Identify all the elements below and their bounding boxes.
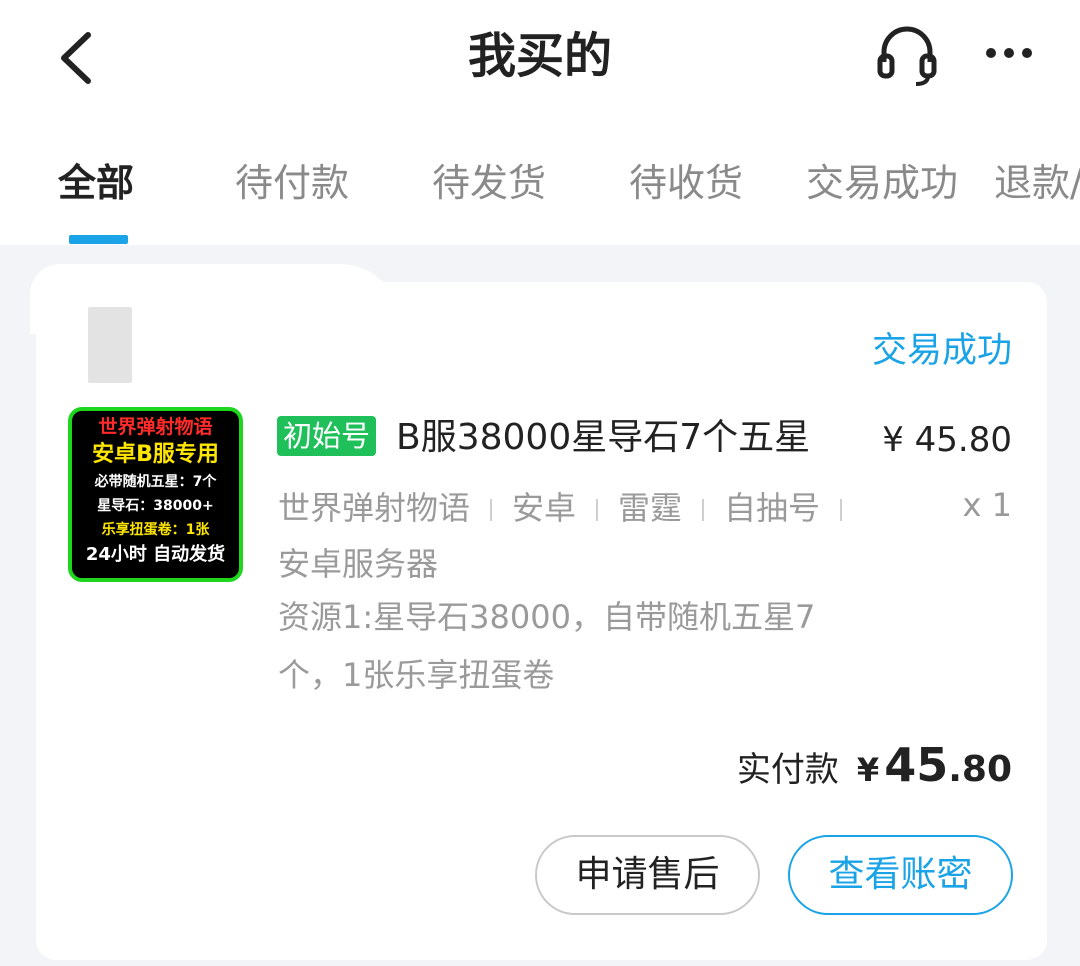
order-status: 交易成功 (871, 331, 1012, 371)
spec-divider (596, 499, 599, 521)
spec-item: 自抽号 (724, 489, 821, 527)
tab-refund[interactable]: 退款/ (994, 150, 1080, 216)
product-badge: 初始号 (277, 416, 377, 456)
spec-divider (840, 499, 843, 521)
tab-all[interactable]: 全部 (58, 150, 134, 216)
paid-integer: 45 (884, 738, 949, 792)
headset-icon (877, 26, 937, 86)
thumbnail-text: 世界弹射物语 (98, 416, 213, 438)
more-dots-icon (1004, 48, 1014, 58)
after-sale-button[interactable]: 申请售后 (535, 835, 760, 915)
tab-pending-shipment[interactable]: 待发货 (432, 150, 546, 216)
spec-item: 安卓服务器 (278, 545, 439, 583)
thumbnail-text: 星导石：38000+ (97, 498, 214, 514)
active-tab-indicator (69, 235, 128, 244)
spec-divider (490, 499, 493, 521)
product-resource-desc: 资源1:星导石38000，自带随机五星7 个，1张乐享扭蛋卷 (278, 588, 858, 704)
more-dots-icon (1022, 48, 1032, 58)
paid-amount: 实付款 ¥ 45.80 (737, 738, 1012, 792)
more-dots-icon (986, 48, 996, 58)
spec-item: 安卓 (512, 489, 577, 527)
resource-line: 资源1:星导石38000，自带随机五星7 (278, 598, 816, 636)
customer-service-button[interactable] (872, 22, 942, 88)
spec-item: 世界弹射物语 (278, 489, 471, 527)
tab-pending-payment[interactable]: 待付款 (235, 150, 349, 216)
thumbnail-text: 乐享扭蛋卷：1张 (101, 522, 210, 538)
top-bar: 我买的 全部 待付款 待发货 待收货 交易成功 退款/ (0, 0, 1080, 245)
paid-label: 实付款 (736, 750, 839, 790)
thumbnail-text: 24小时 自动发货 (85, 544, 226, 565)
paid-decimal: .80 (948, 749, 1012, 790)
shop-avatar-placeholder (88, 307, 132, 383)
product-quantity: x 1 (962, 486, 1012, 524)
thumbnail-text: 安卓B服专用 (92, 442, 219, 467)
paid-currency: ¥ (856, 751, 880, 789)
thumbnail-text: 必带随机五星：7个 (94, 474, 217, 490)
product-thumbnail[interactable]: 世界弹射物语 安卓B服专用 必带随机五星：7个 星导石：38000+ 乐享扭蛋卷… (68, 407, 243, 582)
product-title[interactable]: B服38000星导石7个五星 (396, 412, 810, 464)
view-account-button[interactable]: 查看账密 (788, 835, 1013, 915)
order-tabs: 全部 待付款 待发货 待收货 交易成功 退款/ (0, 150, 1080, 220)
shop-name-redaction (30, 264, 400, 334)
more-button[interactable] (980, 30, 1040, 76)
resource-line: 个，1张乐享扭蛋卷 (278, 656, 555, 694)
spec-item: 雷霆 (618, 489, 683, 527)
product-specs: 世界弹射物语 安卓 雷霆 自抽号 安卓服务器 (278, 480, 878, 592)
spec-divider (702, 499, 705, 521)
product-price: ¥ 45.80 (882, 420, 1012, 460)
tab-completed[interactable]: 交易成功 (806, 150, 958, 216)
tab-pending-receipt[interactable]: 待收货 (629, 150, 743, 216)
